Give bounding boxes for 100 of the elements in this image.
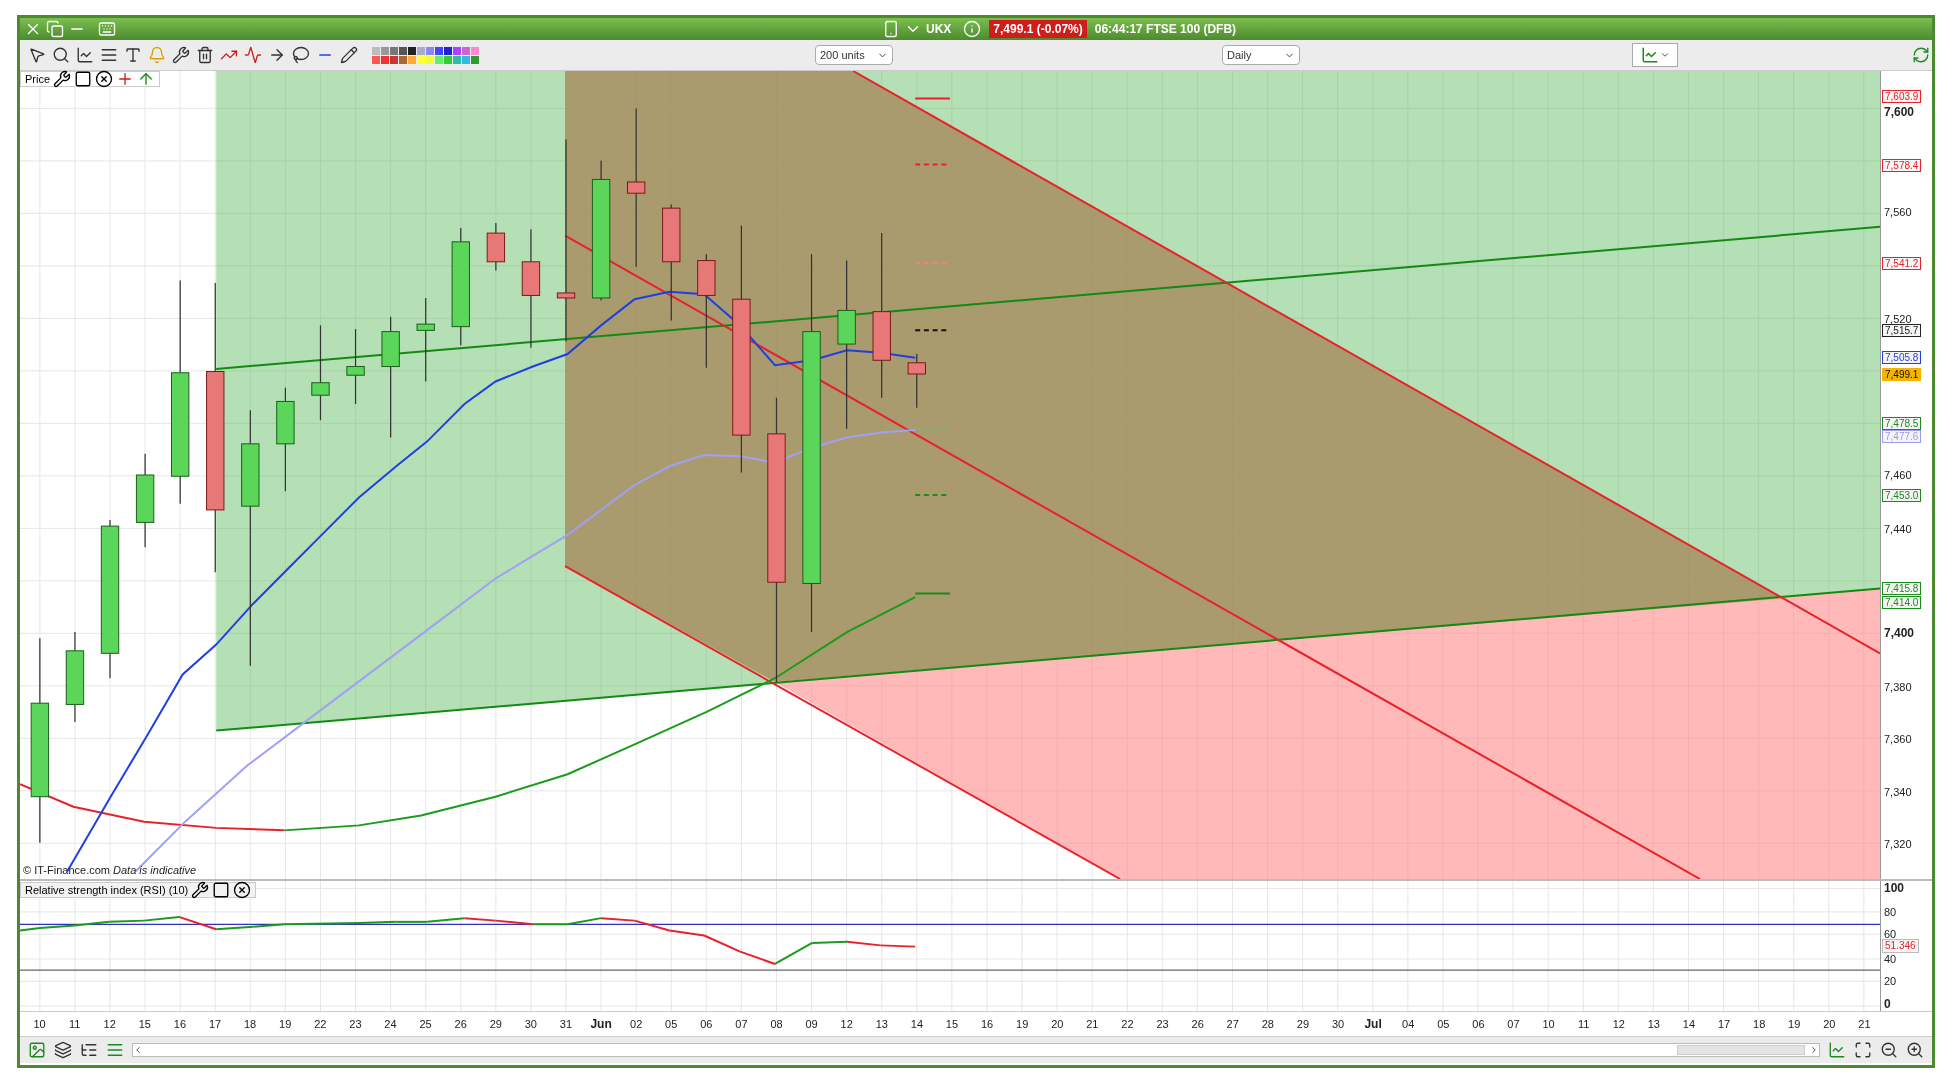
date-label: 02 <box>629 1016 644 1032</box>
zoom-out-icon[interactable] <box>1880 1041 1898 1059</box>
axis-label: 40 <box>1884 953 1897 966</box>
date-label: 30 <box>1330 1016 1346 1032</box>
chart-icon[interactable] <box>76 46 94 64</box>
date-label: 27 <box>1225 1016 1240 1032</box>
wrench-icon[interactable] <box>191 881 210 899</box>
caret-icon <box>1659 50 1670 60</box>
date-label: 23 <box>348 1016 363 1032</box>
price-tag: 7,541.2 <box>1882 257 1922 270</box>
keyboard-icon[interactable] <box>98 20 116 38</box>
date-label: 24 <box>383 1016 398 1032</box>
axis-label: 0 <box>1884 998 1891 1011</box>
scroll-right-icon[interactable] <box>1809 1045 1819 1055</box>
axis-label: 7,520 <box>1884 313 1912 326</box>
refresh-icon[interactable] <box>1912 46 1930 64</box>
zoom-in-icon[interactable] <box>1906 1041 1924 1059</box>
search-icon[interactable] <box>52 46 70 64</box>
wrench-icon[interactable] <box>53 70 72 88</box>
date-label: 05 <box>664 1016 679 1032</box>
wave-icon[interactable] <box>244 46 262 64</box>
color-palette[interactable] <box>372 46 479 64</box>
info-icon[interactable] <box>963 20 982 38</box>
price-tag: 7,453.0 <box>1882 488 1922 502</box>
date-label: 20 <box>1822 1016 1837 1032</box>
restore-icon[interactable] <box>46 20 64 38</box>
candlestick <box>486 222 506 272</box>
date-label: 29 <box>488 1016 503 1032</box>
date-label: 19 <box>278 1016 293 1032</box>
candlestick <box>907 353 926 409</box>
text-icon[interactable] <box>124 46 142 64</box>
date-label: 11 <box>1576 1016 1591 1032</box>
image-icon[interactable] <box>28 1041 46 1059</box>
units-dropdown[interactable]: 200 units <box>815 45 893 65</box>
date-label: 15 <box>944 1016 960 1032</box>
panel-title: Price <box>25 71 51 87</box>
quote-info: 06:44:17 FTSE 100 (DFB) <box>1094 21 1237 38</box>
copyright-note: © IT-Finance.com Data is indicative <box>23 862 197 878</box>
scroll-thumb[interactable] <box>1677 1045 1805 1055</box>
pencil-icon[interactable] <box>340 46 358 64</box>
level-marker <box>914 592 951 595</box>
wrench-icon[interactable] <box>172 46 190 64</box>
lines-icon[interactable] <box>100 46 118 64</box>
date-label: 23 <box>1155 1016 1170 1032</box>
price-tag: 7,578.4 <box>1882 158 1922 172</box>
level-marker <box>914 97 951 100</box>
scrollbar[interactable] <box>132 1043 1820 1057</box>
date-label: 15 <box>137 1016 152 1032</box>
axis-label: 60 <box>1884 928 1897 941</box>
price-tag: 7,505.8 <box>1882 350 1922 364</box>
rsi-value-tag: 51.346 <box>1882 939 1919 954</box>
close-icon[interactable] <box>95 70 114 88</box>
date-label: 26 <box>453 1016 468 1032</box>
axis-label: 100 <box>1884 882 1905 896</box>
date-label: 16 <box>979 1016 995 1032</box>
date-label: 21 <box>1857 1016 1872 1032</box>
date-label: 19 <box>1015 1016 1030 1032</box>
phone-icon[interactable] <box>882 20 900 38</box>
date-label: 21 <box>1085 1016 1100 1032</box>
price-badge: 7,499.1 (-0.07%) <box>989 20 1087 38</box>
scroll-left-icon[interactable] <box>133 1045 143 1055</box>
window-icon[interactable] <box>212 881 231 899</box>
pointer-icon[interactable] <box>28 46 46 64</box>
axis-label: 7,560 <box>1884 205 1912 219</box>
date-label: 14 <box>909 1016 924 1032</box>
axis-label: 7,380 <box>1884 680 1912 694</box>
axis-label: 7,340 <box>1884 785 1912 799</box>
list-icon[interactable] <box>80 1041 98 1059</box>
date-label: 25 <box>418 1016 433 1032</box>
date-label: 22 <box>313 1016 328 1032</box>
trash-icon[interactable] <box>196 46 214 64</box>
axis-label: 7,320 <box>1884 838 1912 852</box>
axis-label: 7,600 <box>1884 106 1915 120</box>
symbol-label: UKX <box>926 21 952 38</box>
date-label: 17 <box>1716 1016 1732 1032</box>
date-label: 18 <box>1752 1016 1767 1032</box>
close-icon[interactable] <box>233 881 252 899</box>
price-tag: 7,414.0 <box>1882 596 1922 610</box>
window-icon[interactable] <box>74 70 93 88</box>
price-tag: 7,477.6 <box>1882 430 1922 444</box>
lasso-icon[interactable] <box>292 46 310 64</box>
layers-icon[interactable] <box>54 1041 72 1059</box>
axis-label: 7,440 <box>1884 522 1912 536</box>
date-label: 17 <box>207 1016 223 1032</box>
indicator-button[interactable] <box>1632 43 1678 67</box>
period-dropdown[interactable]: Daily <box>1222 45 1300 65</box>
arrow-right-icon[interactable] <box>268 46 286 64</box>
zoom-fit-icon[interactable] <box>1854 1041 1872 1059</box>
date-label: 07 <box>734 1016 749 1032</box>
date-label: 11 <box>67 1016 82 1032</box>
date-label: 20 <box>1050 1016 1065 1032</box>
date-label: 12 <box>839 1016 854 1032</box>
date-label: 12 <box>1611 1016 1626 1032</box>
date-label: 31 <box>558 1016 574 1032</box>
axis-label: 7,460 <box>1884 469 1912 482</box>
date-label: 06 <box>699 1016 714 1032</box>
chart-icon <box>1640 46 1659 64</box>
date-label: 06 <box>1471 1016 1486 1032</box>
axis-label: 7,360 <box>1884 733 1912 747</box>
date-label: 19 <box>1787 1016 1802 1032</box>
